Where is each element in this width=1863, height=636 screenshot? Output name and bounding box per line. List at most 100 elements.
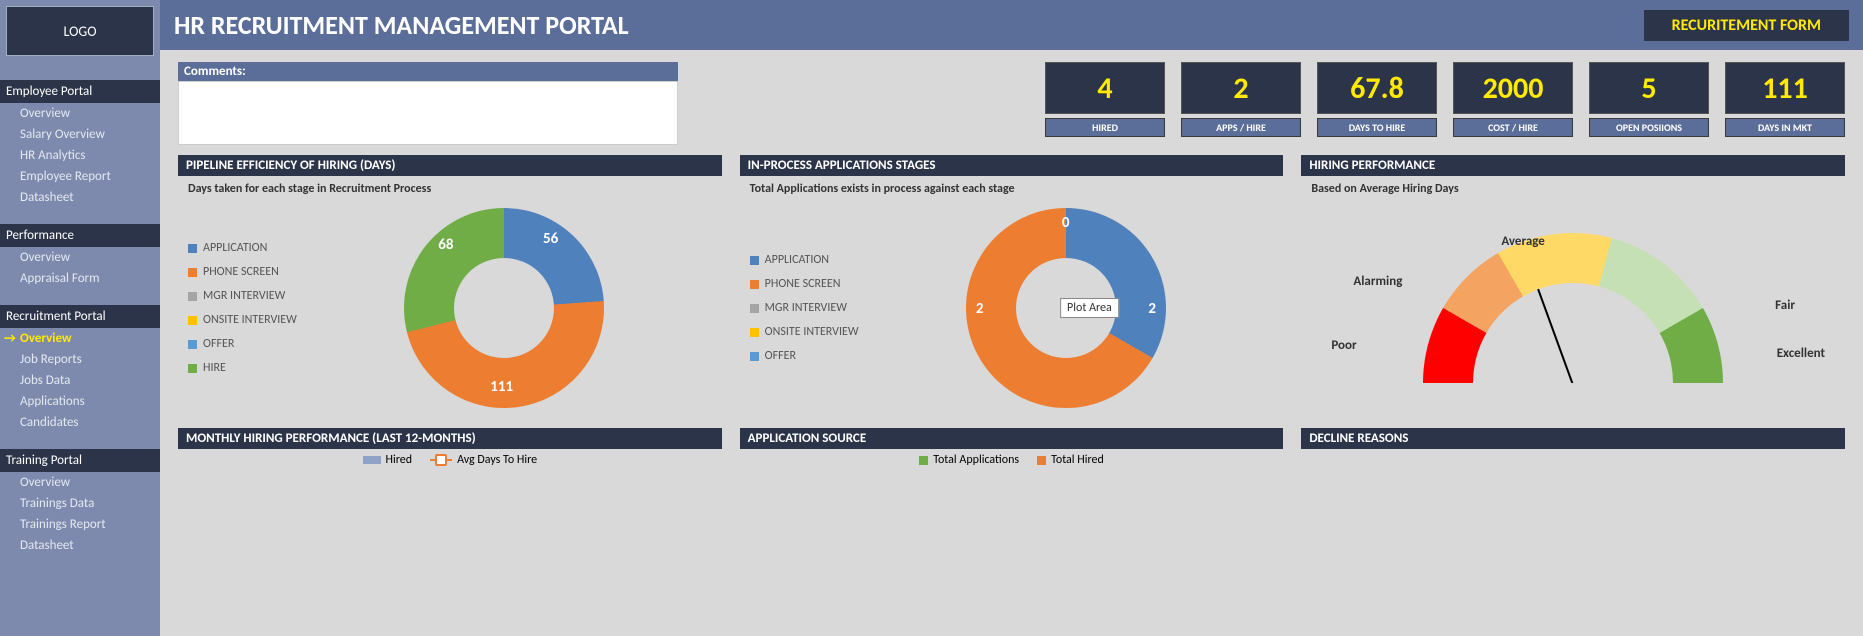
nav-header-performance: Performance bbox=[0, 224, 160, 247]
panel-subtitle: Based on Average Hiring Days bbox=[1301, 176, 1845, 198]
nav-item-applications[interactable]: Applications bbox=[0, 391, 160, 412]
gauge-label-alarming: Alarming bbox=[1353, 274, 1402, 289]
legend-swatch bbox=[188, 292, 197, 301]
panel-hiring-perf: HIRING PERFORMANCE Based on Average Hiri… bbox=[1301, 155, 1845, 418]
nav-item-train-datasheet[interactable]: Datasheet bbox=[0, 535, 160, 556]
chart-tooltip: Plot Area bbox=[1060, 298, 1119, 318]
kpi-hired: 4 HIRED bbox=[1045, 62, 1165, 145]
panel-monthly: MONTHLY HIRING PERFORMANCE (LAST 12-MONT… bbox=[178, 428, 722, 471]
panel-subtitle: Total Applications exists in process aga… bbox=[740, 176, 1284, 198]
legend-swatch bbox=[750, 280, 759, 289]
recruitment-form-button[interactable]: RECURITEMENT FORM bbox=[1644, 10, 1849, 41]
kpi-value: 4 bbox=[1045, 62, 1165, 114]
legend-label: PHONE SCREEN bbox=[203, 265, 279, 279]
panel-header: MONTHLY HIRING PERFORMANCE (LAST 12-MONT… bbox=[178, 428, 722, 449]
gauge-label-excellent: Excellent bbox=[1777, 346, 1825, 361]
legend-label: ONSITE INTERVIEW bbox=[765, 325, 859, 339]
legend-label: PHONE SCREEN bbox=[765, 277, 841, 291]
legend-line-icon bbox=[430, 459, 452, 461]
comments-box: Comments: bbox=[178, 62, 678, 145]
legend-swatch bbox=[188, 340, 197, 349]
legend-label: Hired bbox=[386, 453, 413, 467]
legend-label: OFFER bbox=[765, 349, 796, 363]
chart-legend: APPLICATION PHONE SCREEN MGR INTERVIEW O… bbox=[188, 241, 297, 375]
gauge-label-average: Average bbox=[1501, 234, 1544, 249]
kpi-label: HIRED bbox=[1045, 118, 1165, 137]
nav-item-trainings-report[interactable]: Trainings Report bbox=[0, 514, 160, 535]
kpi-value: 67.8 bbox=[1317, 62, 1437, 114]
donut-chart[interactable]: 0 2 2 Plot Area bbox=[859, 208, 1274, 408]
kpi-value: 111 bbox=[1725, 62, 1845, 114]
nav-header-employee-portal: Employee Portal bbox=[0, 80, 160, 103]
data-label: 0 bbox=[1062, 214, 1070, 232]
data-label: 56 bbox=[543, 230, 558, 248]
nav-item-salary-overview[interactable]: Salary Overview bbox=[0, 124, 160, 145]
legend-swatch bbox=[188, 364, 197, 373]
legend-swatch bbox=[188, 316, 197, 325]
comments-input[interactable] bbox=[178, 81, 678, 145]
legend-swatch bbox=[750, 328, 759, 337]
gauge-chart[interactable]: Poor Alarming Average Fair Excellent bbox=[1301, 198, 1845, 418]
nav-item-employee-report[interactable]: Employee Report bbox=[0, 166, 160, 187]
kpi-label: DAYS IN MKT bbox=[1725, 118, 1845, 137]
nav-item-job-reports[interactable]: Job Reports bbox=[0, 349, 160, 370]
panel-pipeline: PIPELINE EFFICIENCY OF HIRING (DAYS) Day… bbox=[178, 155, 722, 418]
data-label: 111 bbox=[490, 378, 513, 396]
kpi-apps-hire: 2APPS / HIRE bbox=[1181, 62, 1301, 145]
legend-label: Total Hired bbox=[1051, 453, 1104, 467]
data-label: 2 bbox=[976, 300, 984, 318]
chart-legend: APPLICATION PHONE SCREEN MGR INTERVIEW O… bbox=[750, 253, 859, 363]
banner: HR RECRUITMENT MANAGEMENT PORTAL RECURIT… bbox=[160, 0, 1863, 50]
nav-item-recr-overview[interactable]: Overview bbox=[0, 328, 160, 349]
nav-item-appraisal-form[interactable]: Appraisal Form bbox=[0, 268, 160, 289]
nav-item-hr-analytics[interactable]: HR Analytics bbox=[0, 145, 160, 166]
kpi-label: OPEN POSIIONS bbox=[1589, 118, 1709, 137]
page-title: HR RECRUITMENT MANAGEMENT PORTAL bbox=[174, 9, 1644, 41]
kpi-label: DAYS TO HIRE bbox=[1317, 118, 1437, 137]
panel-header: DECLINE REASONS bbox=[1301, 428, 1845, 449]
panel-header: PIPELINE EFFICIENCY OF HIRING (DAYS) bbox=[178, 155, 722, 176]
legend-label: HIRE bbox=[203, 361, 226, 375]
kpi-value: 2 bbox=[1181, 62, 1301, 114]
legend-label: MGR INTERVIEW bbox=[203, 289, 285, 303]
logo: LOGO bbox=[6, 6, 154, 56]
data-label: 2 bbox=[1148, 300, 1156, 318]
sidebar: LOGO Employee Portal Overview Salary Ove… bbox=[0, 0, 160, 636]
nav-item-overview[interactable]: Overview bbox=[0, 103, 160, 124]
legend-label: OFFER bbox=[203, 337, 234, 351]
panel-appsource: APPLICATION SOURCE Total Applications To… bbox=[740, 428, 1284, 471]
legend-swatch bbox=[188, 244, 197, 253]
gauge-label-fair: Fair bbox=[1775, 298, 1795, 313]
donut-chart[interactable]: 56 111 68 bbox=[297, 208, 712, 408]
kpi-value: 2000 bbox=[1453, 62, 1573, 114]
legend-swatch bbox=[363, 456, 381, 464]
legend-label: MGR INTERVIEW bbox=[765, 301, 847, 315]
chart-legend: Total Applications Total Hired bbox=[740, 449, 1284, 471]
kpi-days-mkt: 111 DAYS IN MKT bbox=[1725, 62, 1845, 145]
legend-label: Total Applications bbox=[933, 453, 1019, 467]
nav-item-trainings-data[interactable]: Trainings Data bbox=[0, 493, 160, 514]
kpi-row: 4 HIRED 2APPS / HIRE 67.8 DAYS TO HIRE 200… bbox=[696, 62, 1845, 145]
legend-swatch bbox=[188, 268, 197, 277]
legend-label: APPLICATION bbox=[203, 241, 267, 255]
legend-label: Avg Days To Hire bbox=[457, 453, 537, 467]
legend-swatch bbox=[750, 256, 759, 265]
panel-header: APPLICATION SOURCE bbox=[740, 428, 1284, 449]
kpi-value: 5 bbox=[1589, 62, 1709, 114]
nav-item-train-overview[interactable]: Overview bbox=[0, 472, 160, 493]
legend-label: APPLICATION bbox=[765, 253, 829, 267]
nav-item-jobs-data[interactable]: Jobs Data bbox=[0, 370, 160, 391]
data-label: 68 bbox=[438, 236, 453, 254]
nav-item-candidates[interactable]: Candidates bbox=[0, 412, 160, 433]
panel-subtitle: Days taken for each stage in Recruitment… bbox=[178, 176, 722, 198]
nav-header-recruitment: Recruitment Portal bbox=[0, 305, 160, 328]
kpi-open-positions: 5 OPEN POSIIONS bbox=[1589, 62, 1709, 145]
kpi-label: COST / HIRE bbox=[1453, 118, 1573, 137]
nav-item-perf-overview[interactable]: Overview bbox=[0, 247, 160, 268]
panel-inprocess: IN-PROCESS APPLICATIONS STAGES Total App… bbox=[740, 155, 1284, 418]
chart-legend: Hired Avg Days To Hire bbox=[178, 449, 722, 471]
nav-header-training: Training Portal bbox=[0, 449, 160, 472]
panel-decline: DECLINE REASONS bbox=[1301, 428, 1845, 471]
gauge-label-poor: Poor bbox=[1331, 338, 1356, 353]
nav-item-datasheet[interactable]: Datasheet bbox=[0, 187, 160, 208]
